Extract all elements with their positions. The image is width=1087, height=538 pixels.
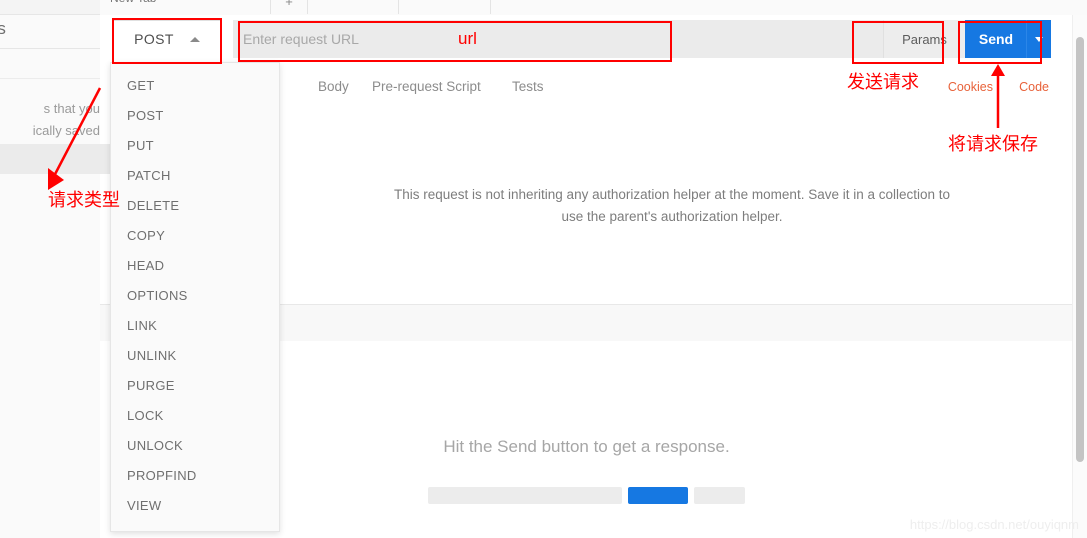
annotation-label-send: 发送请求 — [847, 72, 919, 92]
menu-item-put[interactable]: PUT — [111, 131, 279, 161]
tab-slot-2[interactable] — [398, 0, 491, 14]
add-tab-button[interactable]: + — [270, 0, 308, 14]
code-link[interactable]: Code — [1019, 67, 1049, 107]
menu-item-link[interactable]: LINK — [111, 311, 279, 341]
menu-item-patch[interactable]: PATCH — [111, 161, 279, 191]
sidebar-divider — [0, 48, 100, 49]
request-tab-strip: New Tab + — [100, 0, 1087, 16]
menu-item-head[interactable]: HEAD — [111, 251, 279, 281]
placeholder-bar-accent — [628, 487, 688, 504]
tab-body[interactable]: Body — [318, 67, 349, 107]
menu-item-propfind[interactable]: PROPFIND — [111, 461, 279, 491]
menu-item-post[interactable]: POST — [111, 101, 279, 131]
menu-item-delete[interactable]: DELETE — [111, 191, 279, 221]
annotation-box-method — [112, 18, 222, 64]
menu-item-view[interactable]: VIEW — [111, 491, 279, 521]
authorization-message: This request is not inheriting any autho… — [393, 186, 951, 224]
menu-item-copy[interactable]: COPY — [111, 221, 279, 251]
annotation-box-url — [238, 21, 672, 62]
tab-tests[interactable]: Tests — [512, 67, 544, 107]
annotation-box-save — [958, 21, 1042, 64]
menu-item-unlink[interactable]: UNLINK — [111, 341, 279, 371]
annotation-box-send — [852, 21, 944, 64]
tab-slot-1[interactable] — [306, 0, 399, 14]
menu-item-options[interactable]: OPTIONS — [111, 281, 279, 311]
tab-new-tab[interactable]: New Tab — [110, 0, 156, 5]
annotation-label-save: 将请求保存 — [948, 134, 1038, 154]
menu-item-get[interactable]: GET — [111, 71, 279, 101]
placeholder-bar-right — [694, 487, 745, 504]
menu-item-lock[interactable]: LOCK — [111, 401, 279, 431]
sidebar: ections s that you ically saved — [0, 0, 101, 538]
menu-item-list: GET POST PUT PATCH DELETE COPY HEAD OPTIONS LINK… — [111, 71, 279, 521]
vertical-scrollbar-thumb[interactable] — [1076, 37, 1084, 462]
menu-item-purge[interactable]: PURGE — [111, 371, 279, 401]
placeholder-bar-left — [428, 487, 622, 504]
cookies-link[interactable]: Cookies — [948, 67, 993, 107]
vertical-scrollbar-track[interactable] — [1072, 15, 1087, 538]
annotation-label-url: url — [458, 29, 477, 48]
menu-item-unlock[interactable]: UNLOCK — [111, 431, 279, 461]
watermark: https://blog.csdn.net/ouyiqnm — [909, 517, 1079, 532]
sidebar-divider-secondary — [0, 78, 100, 79]
annotation-arrow-method — [48, 87, 102, 190]
tab-pre-request-script[interactable]: Pre-request Script — [372, 67, 481, 107]
sidebar-collections-label: ections — [0, 10, 100, 48]
annotation-arrow-save — [991, 64, 1005, 128]
http-method-menu[interactable]: GET POST PUT PATCH DELETE COPY HEAD OPTIONS LINK… — [110, 62, 280, 532]
